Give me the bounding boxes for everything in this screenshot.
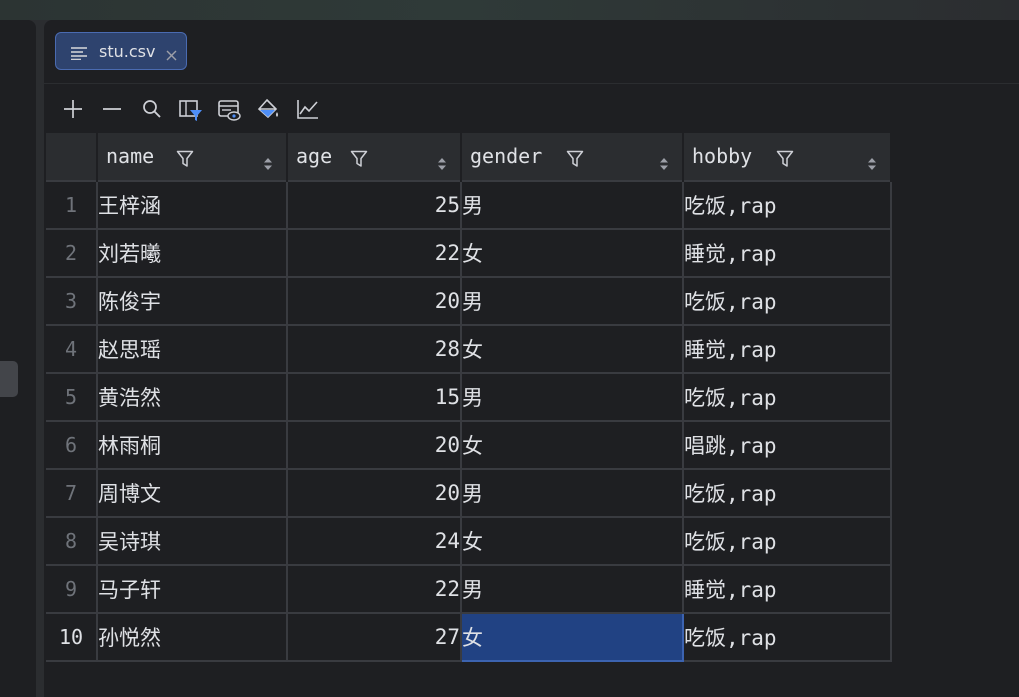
cell-gender[interactable]: 女 <box>460 516 684 566</box>
row-number[interactable]: 9 <box>46 564 98 614</box>
title-strip <box>0 0 1019 20</box>
row-number[interactable]: 7 <box>46 468 98 518</box>
sort-icon[interactable] <box>660 151 668 175</box>
color-fill-icon[interactable] <box>256 98 278 120</box>
left-tool-panel <box>0 20 36 697</box>
cell-gender[interactable]: 男 <box>460 180 684 230</box>
close-icon[interactable] <box>166 46 177 65</box>
filter-icon[interactable] <box>776 149 794 173</box>
cell-gender[interactable]: 男 <box>460 276 684 326</box>
table-row: 5 黄浩然 15 男 吃饭,rap <box>46 372 892 422</box>
cell-name[interactable]: 林雨桐 <box>96 420 288 470</box>
row-number[interactable]: 6 <box>46 420 98 470</box>
column-header-hobby[interactable]: hobby <box>683 133 892 181</box>
sort-icon[interactable] <box>438 151 446 175</box>
cell-age[interactable]: 20 <box>286 420 462 470</box>
row-number-header <box>46 133 98 181</box>
column-header-name[interactable]: name <box>97 133 288 181</box>
row-number[interactable]: 4 <box>46 324 98 374</box>
cell-gender[interactable]: 男 <box>460 372 684 422</box>
editor-area: stu.csv name age gender hobby 1 王梓涵 25 男… <box>44 20 1019 697</box>
cell-age[interactable]: 22 <box>286 564 462 614</box>
cell-gender-selected[interactable]: 女 <box>460 612 684 662</box>
chart-icon[interactable] <box>296 98 318 120</box>
panel-handle[interactable] <box>0 361 18 397</box>
cell-hobby[interactable]: 吃饭,rap <box>682 372 892 422</box>
cell-hobby[interactable]: 睡觉,rap <box>682 564 892 614</box>
tab-stu-csv[interactable]: stu.csv <box>55 32 187 70</box>
cell-hobby[interactable]: 睡觉,rap <box>682 228 892 278</box>
column-label: name <box>106 144 155 168</box>
cell-gender[interactable]: 男 <box>460 468 684 518</box>
column-label: age <box>296 144 333 168</box>
column-label: gender <box>470 144 543 168</box>
cell-name[interactable]: 孙悦然 <box>96 612 288 662</box>
filter-view-icon[interactable] <box>178 98 202 121</box>
filter-icon[interactable] <box>566 149 584 173</box>
cell-age[interactable]: 20 <box>286 468 462 518</box>
search-icon[interactable] <box>141 98 163 120</box>
cell-name[interactable]: 马子轩 <box>96 564 288 614</box>
cell-hobby[interactable]: 吃饭,rap <box>682 468 892 518</box>
cell-name[interactable]: 吴诗琪 <box>96 516 288 566</box>
cell-hobby[interactable]: 吃饭,rap <box>682 612 892 662</box>
row-number[interactable]: 8 <box>46 516 98 566</box>
filter-icon[interactable] <box>350 149 368 173</box>
filter-icon[interactable] <box>176 149 194 173</box>
cell-hobby[interactable]: 唱跳,rap <box>682 420 892 470</box>
cell-gender[interactable]: 男 <box>460 564 684 614</box>
table-row: 3 陈俊宇 20 男 吃饭,rap <box>46 276 892 326</box>
remove-row-icon[interactable] <box>101 98 123 120</box>
cell-name[interactable]: 黄浩然 <box>96 372 288 422</box>
cell-hobby[interactable]: 吃饭,rap <box>682 180 892 230</box>
text-file-icon <box>70 45 88 64</box>
cell-gender[interactable]: 女 <box>460 420 684 470</box>
table-row: 2 刘若曦 22 女 睡觉,rap <box>46 228 892 278</box>
column-header-age[interactable]: age <box>287 133 462 181</box>
cell-age[interactable]: 15 <box>286 372 462 422</box>
cell-age[interactable]: 22 <box>286 228 462 278</box>
data-grid: name age gender hobby 1 王梓涵 25 男 吃饭,rap … <box>46 133 892 662</box>
column-header-gender[interactable]: gender <box>461 133 684 181</box>
row-number[interactable]: 3 <box>46 276 98 326</box>
cell-name[interactable]: 王梓涵 <box>96 180 288 230</box>
table-row: 8 吴诗琪 24 女 吃饭,rap <box>46 516 892 566</box>
cell-age[interactable]: 24 <box>286 516 462 566</box>
table-row: 7 周博文 20 男 吃饭,rap <box>46 468 892 518</box>
cell-age[interactable]: 28 <box>286 324 462 374</box>
row-number[interactable]: 1 <box>46 180 98 230</box>
cell-name[interactable]: 刘若曦 <box>96 228 288 278</box>
cell-hobby[interactable]: 睡觉,rap <box>682 324 892 374</box>
table-toolbar <box>44 84 1019 132</box>
row-number[interactable]: 5 <box>46 372 98 422</box>
cell-hobby[interactable]: 吃饭,rap <box>682 276 892 326</box>
sort-icon[interactable] <box>264 151 272 175</box>
table-row: 4 赵思瑶 28 女 睡觉,rap <box>46 324 892 374</box>
tab-bar: stu.csv <box>44 20 1019 84</box>
cell-name[interactable]: 陈俊宇 <box>96 276 288 326</box>
table-row: 1 王梓涵 25 男 吃饭,rap <box>46 180 892 230</box>
row-number[interactable]: 10 <box>46 612 98 662</box>
cell-gender[interactable]: 女 <box>460 228 684 278</box>
preview-icon[interactable] <box>217 98 241 121</box>
table-row: 6 林雨桐 20 女 唱跳,rap <box>46 420 892 470</box>
column-label: hobby <box>692 144 753 168</box>
cell-age[interactable]: 27 <box>286 612 462 662</box>
tab-label: stu.csv <box>99 42 156 61</box>
row-number[interactable]: 2 <box>46 228 98 278</box>
cell-name[interactable]: 赵思瑶 <box>96 324 288 374</box>
cell-gender[interactable]: 女 <box>460 324 684 374</box>
cell-hobby[interactable]: 吃饭,rap <box>682 516 892 566</box>
table-row: 10 孙悦然 27 女 吃饭,rap <box>46 612 892 662</box>
cell-age[interactable]: 25 <box>286 180 462 230</box>
header-row: name age gender hobby <box>46 133 892 181</box>
cell-age[interactable]: 20 <box>286 276 462 326</box>
cell-name[interactable]: 周博文 <box>96 468 288 518</box>
table-row: 9 马子轩 22 男 睡觉,rap <box>46 564 892 614</box>
add-row-icon[interactable] <box>62 98 84 120</box>
sort-icon[interactable] <box>868 151 876 175</box>
